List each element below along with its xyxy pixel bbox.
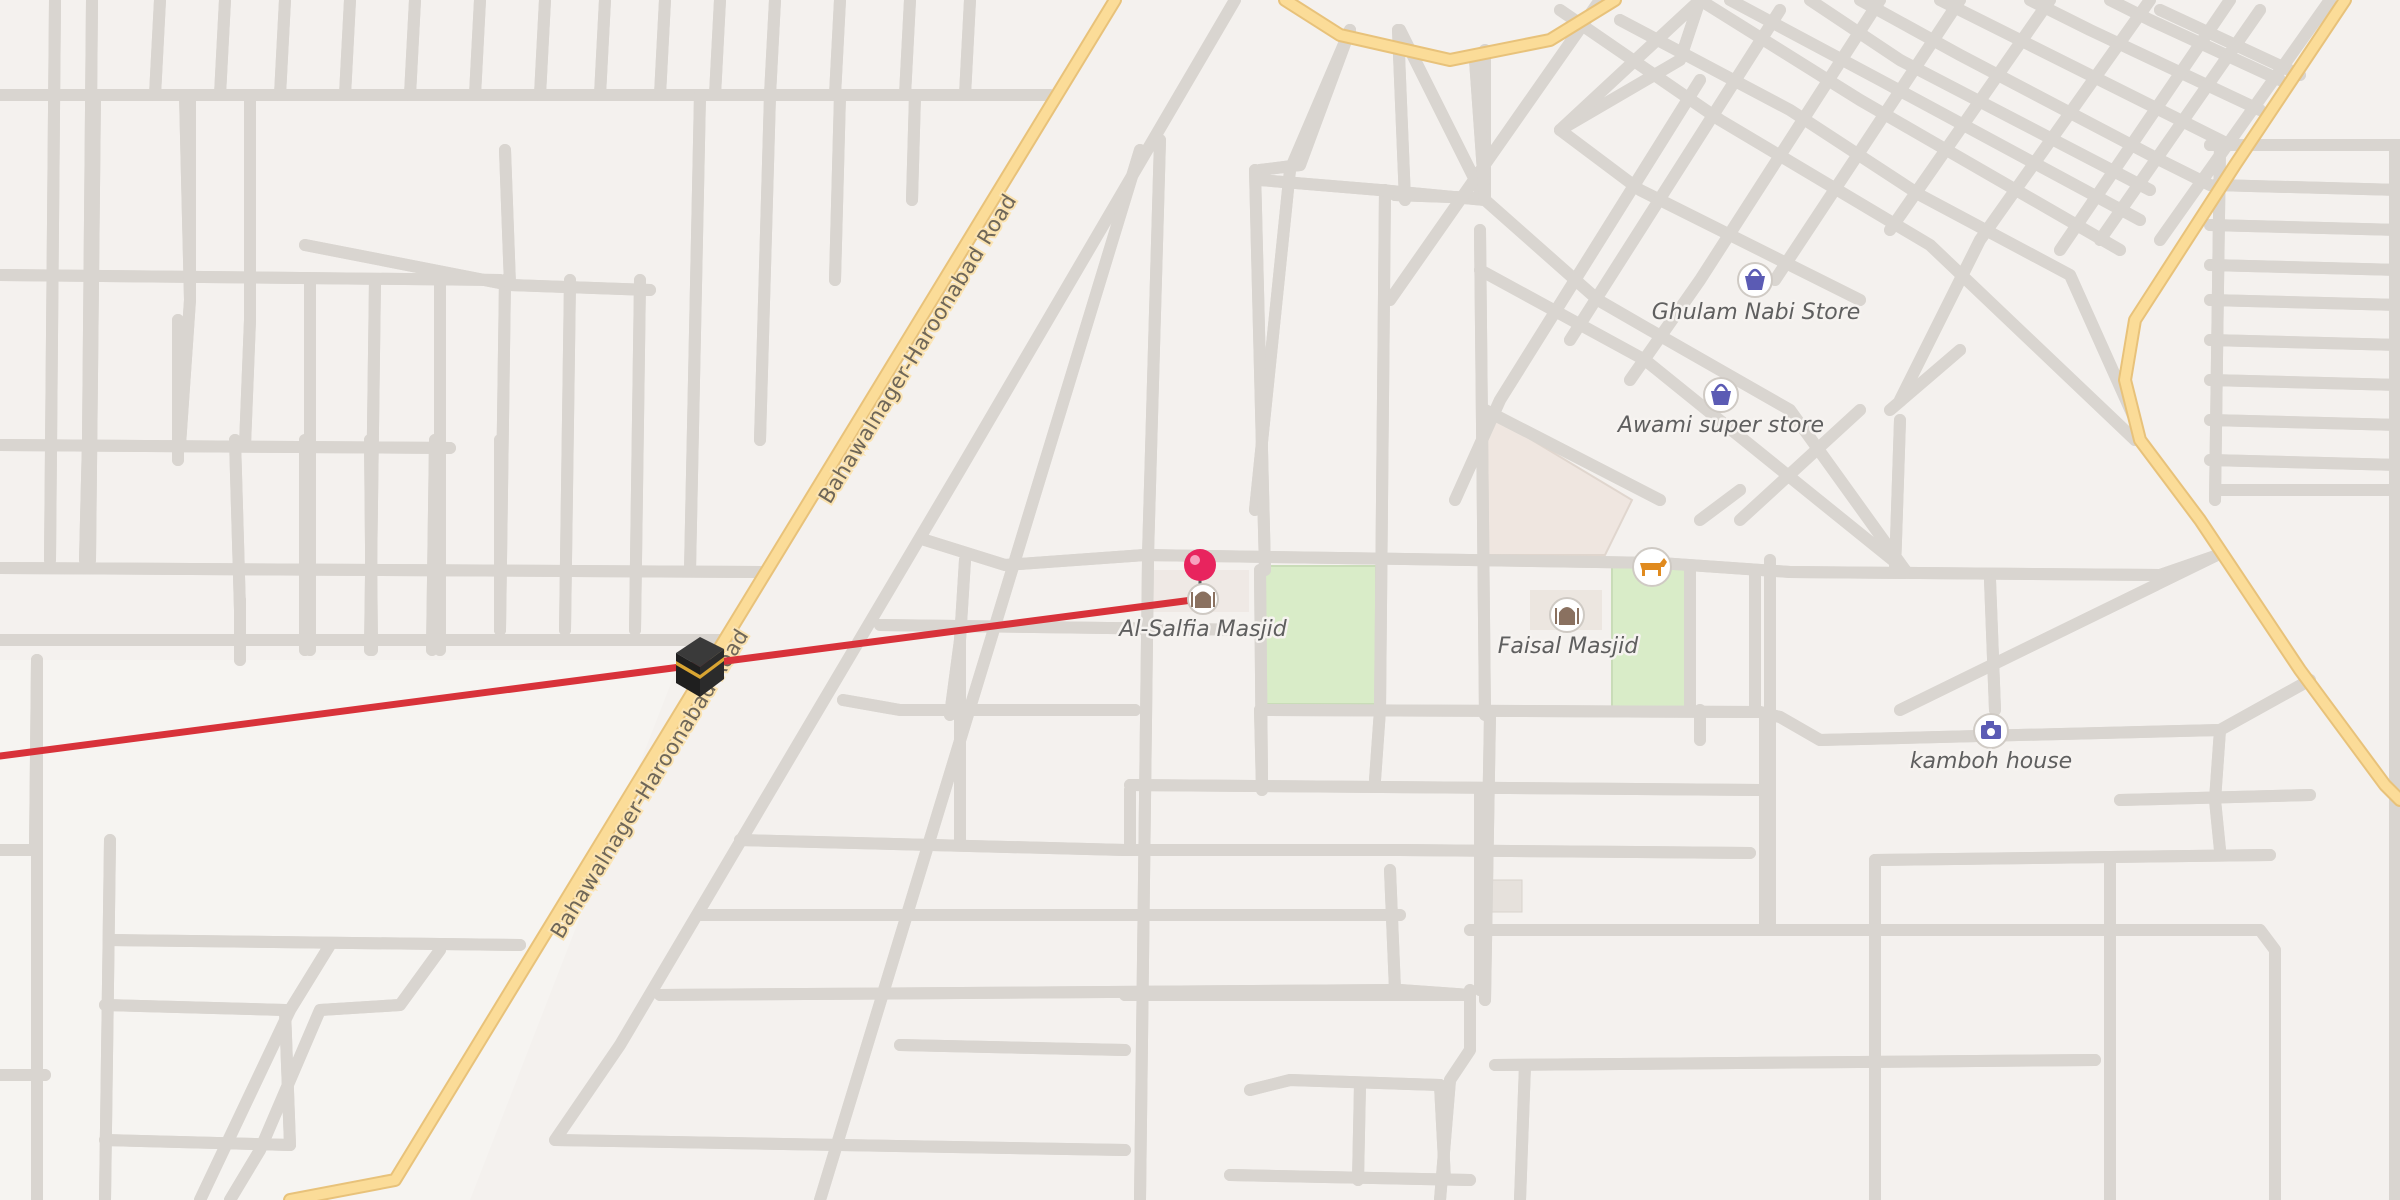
poi-cattle-market[interactable] — [1632, 547, 1672, 587]
place-label: Al-Salfia Masjid — [1117, 617, 1287, 642]
map-canvas[interactable]: Bahawalnager-Haroonabad Road Bahawalnage… — [0, 0, 2400, 1200]
place-label: Faisal Masjid — [1498, 634, 1639, 659]
place-label: Awami super store — [1616, 413, 1824, 438]
place-label: kamboh house — [1910, 749, 2072, 774]
place-label: Ghulam Nabi Store — [1652, 300, 1861, 325]
